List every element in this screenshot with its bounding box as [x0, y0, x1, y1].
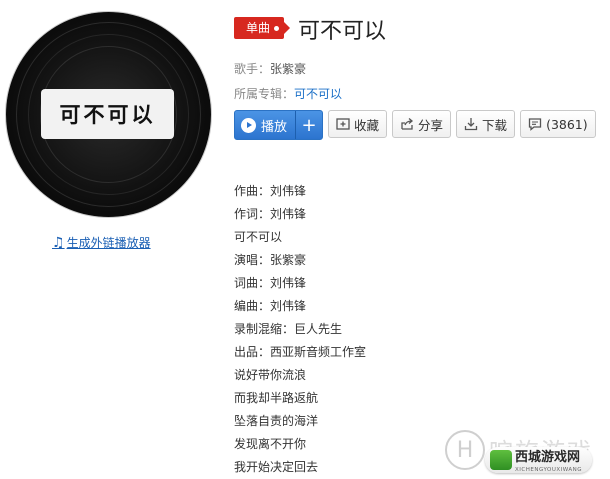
generate-link-text: 生成外链播放器	[66, 236, 151, 250]
action-toolbar: 播放 + 收藏 分享 下载 (3861)	[234, 110, 596, 140]
download-label: 下载	[482, 117, 508, 133]
collect-label: 收藏	[354, 117, 380, 133]
collect-icon	[336, 117, 350, 131]
lyric-line: 录制混缩：巨人先生	[234, 322, 343, 336]
single-badge: 单曲	[234, 17, 291, 39]
album-cover-label: 可不可以	[41, 89, 174, 139]
download-icon	[464, 117, 478, 131]
single-badge-label: 单曲	[246, 21, 271, 35]
singer-label: 歌手：	[234, 62, 271, 76]
lyric-line: 作曲：刘伟锋	[234, 184, 307, 198]
album-label: 所属专辑：	[234, 87, 295, 101]
play-button-group: 播放 +	[234, 110, 324, 140]
lyric-line: 词曲：刘伟锋	[234, 276, 307, 290]
album-link[interactable]: 可不可以	[294, 87, 342, 101]
comment-count: (3861)	[546, 116, 588, 132]
song-title: 可不可以	[298, 19, 387, 44]
watermark-brand-name: 西城游戏网	[515, 450, 581, 465]
share-label: 分享	[418, 117, 444, 133]
lyric-line: 说好带你流浪	[234, 368, 307, 382]
collect-button[interactable]: 收藏	[328, 110, 388, 138]
play-icon	[241, 117, 256, 133]
music-note-icon: ♫	[52, 234, 65, 251]
lyric-line: 发现离不开你	[234, 437, 307, 451]
house-logo-icon	[490, 450, 512, 470]
lyric-line: 编曲：刘伟锋	[234, 299, 307, 313]
lyrics-list: 作曲：刘伟锋 作词：刘伟锋 可不可以 演唱：张紫豪 词曲：刘伟锋 编曲：刘伟锋 …	[234, 180, 366, 479]
share-icon	[400, 117, 414, 131]
play-button[interactable]: 播放	[235, 111, 295, 139]
add-to-playlist-button[interactable]: +	[295, 111, 322, 139]
watermark-brand-sub: XICHENGYOUXIWANG	[515, 467, 583, 473]
lyric-line: 可不可以	[234, 230, 283, 244]
comment-button[interactable]: (3861)	[520, 110, 596, 138]
watermark-circle-logo: H	[445, 430, 485, 470]
watermark-brand-badge: 西城游戏网 XICHENGYOUXIWANG	[485, 447, 593, 473]
download-button[interactable]: 下载	[456, 110, 516, 138]
play-label: 播放	[261, 119, 288, 135]
lyric-line: 作词：刘伟锋	[234, 207, 307, 221]
lyric-line: 出品：西亚斯音频工作室	[234, 345, 367, 359]
lyric-line: 而我却半路返航	[234, 391, 319, 405]
comment-icon	[528, 117, 542, 131]
singer-row: 歌手：张紫豪	[234, 60, 306, 77]
lyric-line: 我开始决定回去	[234, 460, 319, 474]
album-cover-record: 可不可以	[6, 12, 211, 217]
badge-dot-icon	[274, 26, 280, 31]
site-watermark: H 咤旅游戏 西城游戏网 XICHENGYOUXIWANG	[445, 430, 610, 479]
lyric-line: 坠落自责的海洋	[234, 414, 319, 428]
generate-external-player-link[interactable]: ♫ 生成外链播放器	[52, 234, 151, 251]
album-row: 所属专辑：可不可以	[234, 85, 342, 102]
singer-name[interactable]: 张紫豪	[270, 62, 306, 76]
share-button[interactable]: 分享	[392, 110, 452, 138]
lyric-line: 演唱：张紫豪	[234, 253, 307, 267]
